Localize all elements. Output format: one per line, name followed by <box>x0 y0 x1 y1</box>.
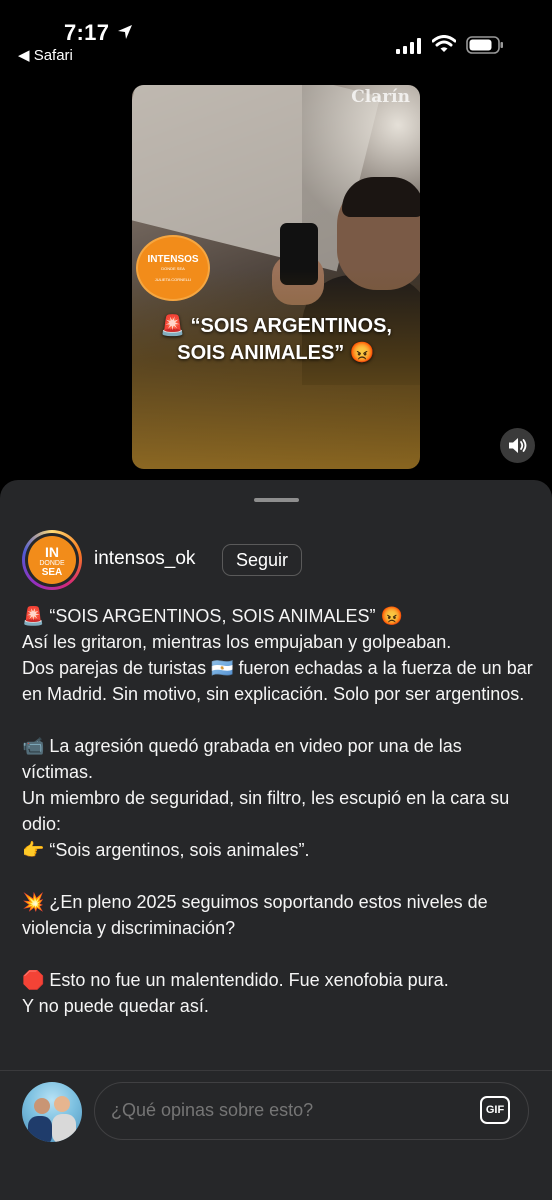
speaker-icon <box>509 438 527 453</box>
badge-subtitle: DONDE SEA <box>161 266 185 271</box>
video-caption: 🚨 “SOIS ARGENTINOS, SOIS ANIMALES” 😡 <box>132 313 420 367</box>
video-player[interactable]: Clarín INTENSOS DONDE SEA JULIETA CORNEL… <box>132 85 420 469</box>
caption-line: 🛑 Esto no fue un malentendido. Fue xenof… <box>22 970 449 990</box>
logo-line: DONDE <box>39 560 65 567</box>
caption-line: Un miembro de seguridad, sin filtro, les… <box>22 788 510 834</box>
follow-button[interactable]: Seguir <box>222 544 302 576</box>
caption-line: 💥 ¿En pleno 2025 seguimos soportando est… <box>22 892 488 938</box>
location-arrow-icon <box>118 25 132 39</box>
clock: 7:17 <box>64 20 110 45</box>
video-frame-person-hair <box>342 177 420 217</box>
caption-line: Y no puede quedar así. <box>22 996 209 1016</box>
wifi-icon <box>432 35 456 52</box>
intensos-badge: INTENSOS DONDE SEA JULIETA CORNELLI <box>136 235 210 301</box>
logo-line: IN <box>45 544 59 560</box>
sheet-drag-handle[interactable] <box>254 498 299 502</box>
comment-input[interactable] <box>111 1100 451 1121</box>
avatar-inner: IN DONDE SEA <box>25 533 79 587</box>
composer-divider <box>0 1070 552 1071</box>
clarin-watermark: Clarín <box>351 87 410 107</box>
author-avatar[interactable]: IN DONDE SEA <box>22 530 82 590</box>
caption-line: Dos parejas de turistas 🇦🇷 fueron echada… <box>22 658 533 704</box>
battery-icon <box>466 36 503 54</box>
caption-line: 🚨 “SOIS ARGENTINOS, SOIS ANIMALES” 😡 <box>22 606 403 626</box>
post-details-sheet: IN DONDE SEA intensos_ok Seguir 🚨 “SOIS … <box>0 480 552 1200</box>
caption-line: 📹 La agresión quedó grabada en video por… <box>22 736 462 782</box>
intensos-logo: IN DONDE SEA <box>28 536 76 584</box>
gif-icon[interactable]: GIF <box>480 1096 510 1124</box>
cellular-signal-icon <box>396 38 421 54</box>
caption-line: 👉 “Sois argentinos, sois animales”. <box>22 840 310 860</box>
author-username[interactable]: intensos_ok <box>94 548 195 570</box>
badge-name: JULIETA CORNELLI <box>154 277 192 282</box>
video-caption-line: SOIS ANIMALES” 😡 <box>177 342 375 364</box>
post-caption: 🚨 “SOIS ARGENTINOS, SOIS ANIMALES” 😡 Así… <box>22 603 537 1019</box>
logo-line: SEA <box>41 567 63 578</box>
badge-title: INTENSOS <box>147 254 199 265</box>
back-to-safari-link[interactable]: ◀ Safari <box>18 46 73 64</box>
current-user-avatar[interactable] <box>22 1082 82 1142</box>
status-bar: 7:17 ◀ Safari <box>0 0 552 70</box>
video-caption-line: 🚨 “SOIS ARGENTINOS, <box>160 315 392 337</box>
caption-line: Así les gritaron, mientras los empujaban… <box>22 632 452 652</box>
comment-box[interactable]: GIF <box>94 1082 529 1140</box>
mute-button[interactable] <box>500 428 535 463</box>
